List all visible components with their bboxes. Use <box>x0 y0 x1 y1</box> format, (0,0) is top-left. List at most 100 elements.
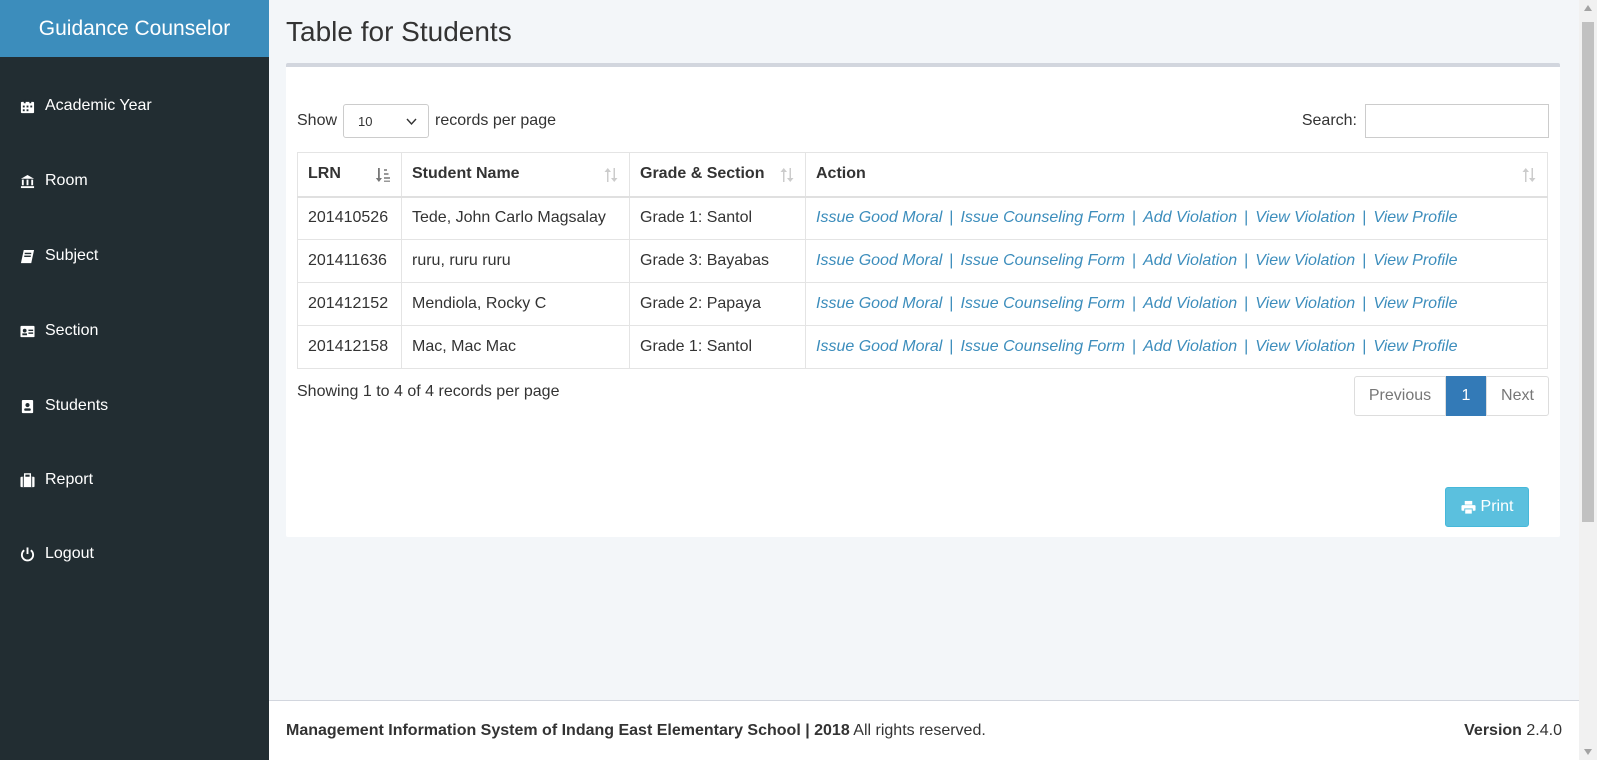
action-separator: | <box>1131 338 1137 355</box>
sidebar: Guidance Counselor Academic Year Room Su… <box>0 0 269 760</box>
column-header-lrn[interactable]: LRN <box>297 152 402 198</box>
footer-school-name: Management Information System of Indang … <box>286 722 850 739</box>
brand-title[interactable]: Guidance Counselor <box>0 0 269 57</box>
view-violation-link[interactable]: View Violation <box>1255 209 1355 226</box>
cell-student-name: Mac, Mac Mac <box>401 325 630 369</box>
cell-student-name: Tede, John Carlo Magsalay <box>401 196 630 240</box>
action-separator: | <box>1362 209 1367 227</box>
column-header-label: LRN <box>308 165 341 183</box>
cell-lrn: 201412152 <box>297 282 402 326</box>
table-row: 201410526 Tede, John Carlo Magsalay Grad… <box>297 196 1548 240</box>
action-separator: | <box>949 338 954 355</box>
table-row: 201412158 Mac, Mac Mac Grade 1: Santol I… <box>297 325 1548 369</box>
records-per-page-label: records per page <box>435 112 556 129</box>
add-violation-link[interactable]: Add Violation <box>1143 338 1237 355</box>
page-scrollbar[interactable] <box>1579 0 1597 760</box>
sidebar-item-section[interactable]: Section <box>0 311 269 351</box>
scroll-down-icon[interactable] <box>1583 748 1593 756</box>
table-row: 201412152 Mendiola, Rocky C Grade 2: Pap… <box>297 282 1548 326</box>
cell-lrn: 201410526 <box>297 196 402 240</box>
view-profile-link[interactable]: View Profile <box>1373 295 1457 312</box>
sidebar-item-label: Section <box>45 322 99 339</box>
action-separator: | <box>949 252 954 269</box>
scrollbar-thumb[interactable] <box>1582 22 1594 522</box>
cell-actions: Issue Good Moral | Issue Counseling Form | A… <box>805 196 1548 240</box>
add-violation-link[interactable]: Add Violation <box>1143 252 1237 269</box>
sidebar-item-subject[interactable]: Subject <box>0 236 269 276</box>
sidebar-item-academic-year[interactable]: Academic Year <box>0 86 269 126</box>
info-start: 1 <box>362 383 372 400</box>
action-separator: | <box>1244 209 1249 227</box>
bank-icon <box>20 174 42 189</box>
search-input[interactable] <box>1365 104 1549 138</box>
cell-lrn: 201411636 <box>297 239 402 283</box>
issue-good-moral-link[interactable]: Issue Good Moral <box>816 252 942 269</box>
footer-rights: All rights reserved. <box>853 722 986 739</box>
column-header-student-name[interactable]: Student Name <box>401 152 630 198</box>
cell-student-name: ruru, ruru ruru <box>401 239 630 283</box>
action-separator: | <box>1244 338 1249 355</box>
search-control: Search: <box>1302 104 1549 138</box>
sidebar-item-label: Room <box>45 172 88 189</box>
footer-copyright: Management Information System of Indang … <box>286 722 986 740</box>
view-profile-link[interactable]: View Profile <box>1373 209 1457 226</box>
column-header-grade-section[interactable]: Grade & Section <box>629 152 806 198</box>
action-separator: | <box>1362 338 1367 355</box>
pagination: Previous 1 Next <box>1354 376 1549 416</box>
add-violation-link[interactable]: Add Violation <box>1143 209 1237 226</box>
action-separator: | <box>1131 209 1137 227</box>
print-button[interactable]: Print <box>1445 487 1529 527</box>
id-card-icon <box>20 324 42 339</box>
version-label: Version <box>1464 722 1522 739</box>
view-violation-link[interactable]: View Violation <box>1255 338 1355 355</box>
cell-actions: Issue Good Moral | Issue Counseling Form | A… <box>805 282 1548 326</box>
column-header-action[interactable]: Action <box>805 152 1548 198</box>
sort-ascending-icon <box>375 168 390 182</box>
issue-good-moral-link[interactable]: Issue Good Moral <box>816 209 942 226</box>
sort-both-icon <box>1522 168 1536 182</box>
previous-page-button[interactable]: Previous <box>1354 376 1446 416</box>
issue-good-moral-link[interactable]: Issue Good Moral <box>816 295 942 312</box>
scroll-up-icon[interactable] <box>1583 4 1593 12</box>
view-violation-link[interactable]: View Violation <box>1255 252 1355 269</box>
sidebar-item-label: Logout <box>45 545 94 562</box>
action-separator: | <box>1131 295 1137 312</box>
sidebar-item-label: Academic Year <box>45 97 152 114</box>
info-end: 4 <box>393 383 403 400</box>
sidebar-item-room[interactable]: Room <box>0 161 269 201</box>
issue-counseling-form-link[interactable]: Issue Counseling Form <box>960 295 1125 312</box>
sidebar-item-students[interactable]: Students <box>0 386 269 426</box>
column-header-label: Action <box>816 165 866 183</box>
next-page-button[interactable]: Next <box>1486 376 1549 416</box>
sort-both-icon <box>780 168 794 182</box>
sidebar-item-label: Students <box>45 397 109 414</box>
footer-version: Version 2.4.0 <box>1464 722 1562 740</box>
calendar-icon <box>20 98 42 114</box>
page-size-select[interactable]: 10 <box>343 104 430 138</box>
view-violation-link[interactable]: View Violation <box>1255 295 1355 312</box>
view-profile-link[interactable]: View Profile <box>1373 338 1457 355</box>
action-separator: | <box>949 209 954 227</box>
info-total: 4 <box>425 383 435 400</box>
footer: Management Information System of Indang … <box>269 700 1579 760</box>
issue-counseling-form-link[interactable]: Issue Counseling Form <box>960 209 1125 226</box>
action-separator: | <box>1362 295 1367 312</box>
column-header-label: Grade & Section <box>640 165 765 183</box>
add-violation-link[interactable]: Add Violation <box>1143 295 1237 312</box>
cell-grade-section: Grade 1: Santol <box>629 325 806 369</box>
page-title: Table for Students <box>286 16 512 47</box>
main-content: Table for Students Show 10 records per p… <box>269 0 1579 700</box>
cell-lrn: 201412158 <box>297 325 402 369</box>
issue-good-moral-link[interactable]: Issue Good Moral <box>816 338 942 355</box>
students-table-box: Show 10 records per page Search: LRN Stu… <box>286 63 1560 537</box>
sidebar-item-report[interactable]: Report <box>0 460 269 500</box>
cell-actions: Issue Good Moral | Issue Counseling Form | A… <box>805 325 1548 369</box>
view-profile-link[interactable]: View Profile <box>1373 252 1457 269</box>
cell-grade-section: Grade 2: Papaya <box>629 282 806 326</box>
page-1-button[interactable]: 1 <box>1446 376 1486 416</box>
sidebar-item-logout[interactable]: Logout <box>0 534 269 574</box>
issue-counseling-form-link[interactable]: Issue Counseling Form <box>960 338 1125 355</box>
issue-counseling-form-link[interactable]: Issue Counseling Form <box>960 252 1125 269</box>
sidebar-item-label: Report <box>45 471 94 488</box>
table-info: Showing 1 to 4 of 4 records per page <box>297 383 559 401</box>
